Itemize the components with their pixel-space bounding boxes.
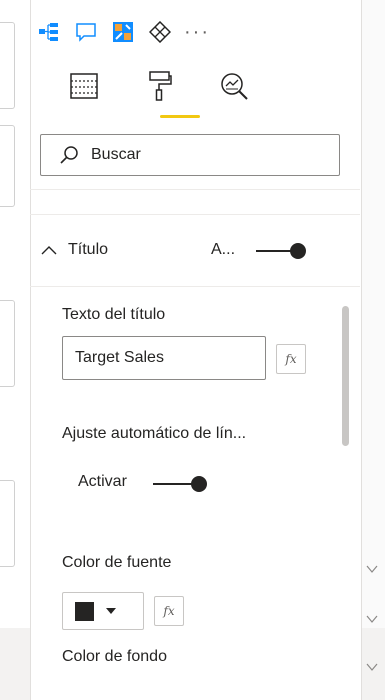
divider (30, 214, 360, 215)
divider (30, 286, 360, 287)
active-tab-indicator (160, 115, 200, 118)
tab-analytics[interactable] (214, 66, 254, 106)
chevron-up-icon[interactable] (40, 244, 58, 256)
visual-edge (0, 480, 15, 567)
more-options-icon[interactable]: ··· (184, 21, 208, 43)
search-icon (60, 146, 78, 164)
search-input[interactable] (89, 145, 313, 165)
font-color-picker[interactable] (62, 592, 144, 630)
canvas-strip (0, 0, 20, 700)
pane-tabs (64, 62, 264, 118)
word-wrap-label: Ajuste automático de lín... (62, 425, 247, 442)
divider (30, 189, 360, 190)
title-toggle[interactable] (254, 241, 310, 261)
word-wrap-toggle[interactable] (151, 474, 211, 494)
table-fields-icon (70, 73, 98, 99)
fx-button[interactable]: fx (276, 344, 306, 374)
section-toggle-label: A... (211, 241, 236, 258)
fx-button[interactable]: fx (154, 596, 184, 626)
bg-color-label: Color de fondo (62, 648, 167, 665)
visual-edge (0, 300, 15, 387)
visual-edge (0, 22, 15, 109)
hierarchy-icon[interactable] (38, 21, 60, 43)
color-swatch (75, 601, 94, 621)
caret-down-icon (106, 608, 116, 614)
section-title: Título (68, 241, 109, 258)
search-box[interactable] (40, 134, 340, 176)
chevron-down-icon[interactable] (365, 660, 379, 674)
chevron-down-icon[interactable] (365, 562, 379, 576)
font-color-label: Color de fuente (62, 554, 172, 571)
analytics-magnifier-icon (221, 73, 248, 100)
tab-format[interactable] (140, 66, 180, 106)
comment-icon[interactable] (75, 21, 97, 43)
decomposition-icon[interactable] (149, 21, 171, 43)
visual-type-toolbar: ··· (38, 14, 208, 50)
chevron-down-icon[interactable] (365, 612, 379, 626)
activate-label: Activar (78, 473, 127, 490)
tab-fields[interactable] (64, 66, 104, 106)
title-text-input[interactable] (62, 336, 266, 380)
paint-roller-icon (149, 71, 172, 101)
visual-edge (0, 125, 15, 207)
next-pane-strip (361, 0, 385, 628)
title-text-label: Texto del título (62, 306, 166, 323)
scrollbar[interactable] (342, 306, 349, 446)
key-influencers-icon[interactable] (112, 21, 134, 43)
